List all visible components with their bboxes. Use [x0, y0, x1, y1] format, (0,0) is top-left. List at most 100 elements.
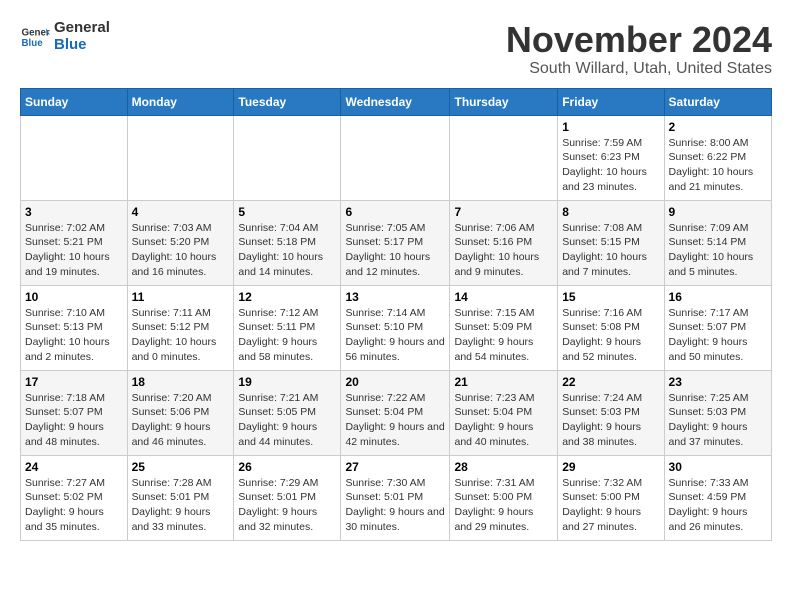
logo-icon: General Blue — [20, 22, 50, 52]
calendar-cell: 26 Sunrise: 7:29 AM Sunset: 5:01 PM Dayli… — [234, 455, 341, 540]
calendar-body: 1 Sunrise: 7:59 AM Sunset: 6:23 PM Daylig… — [21, 115, 772, 540]
day-info: Sunrise: 7:24 AM Sunset: 5:03 PM Dayligh… — [562, 391, 659, 450]
day-info: Sunrise: 8:00 AM Sunset: 6:22 PM Dayligh… — [669, 136, 767, 195]
calendar-cell: 24 Sunrise: 7:27 AM Sunset: 5:02 PM Dayli… — [21, 455, 128, 540]
day-number: 5 — [238, 205, 336, 219]
week-row-4: 24 Sunrise: 7:27 AM Sunset: 5:02 PM Dayli… — [21, 455, 772, 540]
day-number: 7 — [454, 205, 553, 219]
calendar-cell: 10 Sunrise: 7:10 AM Sunset: 5:13 PM Dayli… — [21, 285, 128, 370]
day-number: 26 — [238, 460, 336, 474]
calendar-cell: 8 Sunrise: 7:08 AM Sunset: 5:15 PM Daylig… — [558, 200, 664, 285]
calendar-cell: 3 Sunrise: 7:02 AM Sunset: 5:21 PM Daylig… — [21, 200, 128, 285]
calendar-cell: 25 Sunrise: 7:28 AM Sunset: 5:01 PM Dayli… — [127, 455, 234, 540]
calendar-cell: 1 Sunrise: 7:59 AM Sunset: 6:23 PM Daylig… — [558, 115, 664, 200]
day-number: 14 — [454, 290, 553, 304]
svg-text:General: General — [22, 27, 51, 38]
calendar-cell: 7 Sunrise: 7:06 AM Sunset: 5:16 PM Daylig… — [450, 200, 558, 285]
day-info: Sunrise: 7:05 AM Sunset: 5:17 PM Dayligh… — [345, 221, 445, 280]
day-info: Sunrise: 7:30 AM Sunset: 5:01 PM Dayligh… — [345, 476, 445, 535]
day-number: 1 — [562, 120, 659, 134]
header-day-friday: Friday — [558, 88, 664, 115]
week-row-0: 1 Sunrise: 7:59 AM Sunset: 6:23 PM Daylig… — [21, 115, 772, 200]
calendar-cell: 29Sunrise: 7:32 AM Sunset: 5:00 PM Dayli… — [558, 455, 664, 540]
logo-line2: Blue — [54, 37, 110, 54]
day-info: Sunrise: 7:16 AM Sunset: 5:08 PM Dayligh… — [562, 306, 659, 365]
calendar-cell: 14 Sunrise: 7:15 AM Sunset: 5:09 PM Dayli… — [450, 285, 558, 370]
day-info: Sunrise: 7:22 AM Sunset: 5:04 PM Dayligh… — [345, 391, 445, 450]
calendar-cell: 23 Sunrise: 7:25 AM Sunset: 5:03 PM Dayli… — [664, 370, 771, 455]
calendar-cell: 12Sunrise: 7:12 AM Sunset: 5:11 PM Dayli… — [234, 285, 341, 370]
day-number: 17 — [25, 375, 123, 389]
day-info: Sunrise: 7:33 AM Sunset: 4:59 PM Dayligh… — [669, 476, 767, 535]
calendar-cell: 4 Sunrise: 7:03 AM Sunset: 5:20 PM Daylig… — [127, 200, 234, 285]
day-info: Sunrise: 7:59 AM Sunset: 6:23 PM Dayligh… — [562, 136, 659, 195]
calendar-cell: 21 Sunrise: 7:23 AM Sunset: 5:04 PM Dayli… — [450, 370, 558, 455]
calendar-cell — [127, 115, 234, 200]
calendar-header: SundayMondayTuesdayWednesdayThursdayFrid… — [21, 88, 772, 115]
day-info: Sunrise: 7:06 AM Sunset: 5:16 PM Dayligh… — [454, 221, 553, 280]
day-info: Sunrise: 7:23 AM Sunset: 5:04 PM Dayligh… — [454, 391, 553, 450]
day-number: 29 — [562, 460, 659, 474]
day-info: Sunrise: 7:15 AM Sunset: 5:09 PM Dayligh… — [454, 306, 553, 365]
calendar-cell: 19Sunrise: 7:21 AM Sunset: 5:05 PM Dayli… — [234, 370, 341, 455]
day-info: Sunrise: 7:28 AM Sunset: 5:01 PM Dayligh… — [132, 476, 230, 535]
calendar-table: SundayMondayTuesdayWednesdayThursdayFrid… — [20, 88, 772, 541]
header-day-sunday: Sunday — [21, 88, 128, 115]
calendar-cell: 2 Sunrise: 8:00 AM Sunset: 6:22 PM Daylig… — [664, 115, 771, 200]
logo-line1: General — [54, 20, 110, 37]
day-info: Sunrise: 7:27 AM Sunset: 5:02 PM Dayligh… — [25, 476, 123, 535]
calendar-cell: 30 Sunrise: 7:33 AM Sunset: 4:59 PM Dayli… — [664, 455, 771, 540]
day-number: 2 — [669, 120, 767, 134]
day-number: 10 — [25, 290, 123, 304]
day-number: 23 — [669, 375, 767, 389]
calendar-cell: 18Sunrise: 7:20 AM Sunset: 5:06 PM Dayli… — [127, 370, 234, 455]
day-info: Sunrise: 7:21 AM Sunset: 5:05 PM Dayligh… — [238, 391, 336, 450]
calendar-cell: 16Sunrise: 7:17 AM Sunset: 5:07 PM Dayli… — [664, 285, 771, 370]
day-info: Sunrise: 7:18 AM Sunset: 5:07 PM Dayligh… — [25, 391, 123, 450]
day-number: 20 — [345, 375, 445, 389]
day-number: 4 — [132, 205, 230, 219]
day-number: 18 — [132, 375, 230, 389]
day-info: Sunrise: 7:04 AM Sunset: 5:18 PM Dayligh… — [238, 221, 336, 280]
day-info: Sunrise: 7:03 AM Sunset: 5:20 PM Dayligh… — [132, 221, 230, 280]
day-number: 13 — [345, 290, 445, 304]
calendar-cell: 15 Sunrise: 7:16 AM Sunset: 5:08 PM Dayli… — [558, 285, 664, 370]
week-row-1: 3 Sunrise: 7:02 AM Sunset: 5:21 PM Daylig… — [21, 200, 772, 285]
calendar-cell: 27 Sunrise: 7:30 AM Sunset: 5:01 PM Dayli… — [341, 455, 450, 540]
day-number: 6 — [345, 205, 445, 219]
day-number: 8 — [562, 205, 659, 219]
calendar-cell — [341, 115, 450, 200]
title-area: November 2024 South Willard, Utah, Unite… — [506, 20, 772, 78]
day-number: 21 — [454, 375, 553, 389]
day-info: Sunrise: 7:25 AM Sunset: 5:03 PM Dayligh… — [669, 391, 767, 450]
day-number: 28 — [454, 460, 553, 474]
day-number: 16 — [669, 290, 767, 304]
header-day-tuesday: Tuesday — [234, 88, 341, 115]
calendar-cell — [234, 115, 341, 200]
day-number: 27 — [345, 460, 445, 474]
day-number: 30 — [669, 460, 767, 474]
calendar-cell: 11Sunrise: 7:11 AM Sunset: 5:12 PM Dayli… — [127, 285, 234, 370]
day-info: Sunrise: 7:08 AM Sunset: 5:15 PM Dayligh… — [562, 221, 659, 280]
day-info: Sunrise: 7:02 AM Sunset: 5:21 PM Dayligh… — [25, 221, 123, 280]
day-info: Sunrise: 7:29 AM Sunset: 5:01 PM Dayligh… — [238, 476, 336, 535]
week-row-2: 10 Sunrise: 7:10 AM Sunset: 5:13 PM Dayli… — [21, 285, 772, 370]
day-number: 22 — [562, 375, 659, 389]
day-number: 3 — [25, 205, 123, 219]
calendar-subtitle: South Willard, Utah, United States — [506, 60, 772, 78]
calendar-cell — [21, 115, 128, 200]
calendar-cell: 6 Sunrise: 7:05 AM Sunset: 5:17 PM Daylig… — [341, 200, 450, 285]
day-info: Sunrise: 7:10 AM Sunset: 5:13 PM Dayligh… — [25, 306, 123, 365]
calendar-title: November 2024 — [506, 20, 772, 60]
day-info: Sunrise: 7:14 AM Sunset: 5:10 PM Dayligh… — [345, 306, 445, 365]
day-number: 15 — [562, 290, 659, 304]
day-number: 24 — [25, 460, 123, 474]
calendar-cell — [450, 115, 558, 200]
calendar-cell: 28Sunrise: 7:31 AM Sunset: 5:00 PM Dayli… — [450, 455, 558, 540]
header-row: SundayMondayTuesdayWednesdayThursdayFrid… — [21, 88, 772, 115]
day-number: 25 — [132, 460, 230, 474]
logo: General Blue General Blue — [20, 20, 110, 53]
calendar-cell: 13 Sunrise: 7:14 AM Sunset: 5:10 PM Dayli… — [341, 285, 450, 370]
day-info: Sunrise: 7:11 AM Sunset: 5:12 PM Dayligh… — [132, 306, 230, 365]
day-number: 9 — [669, 205, 767, 219]
